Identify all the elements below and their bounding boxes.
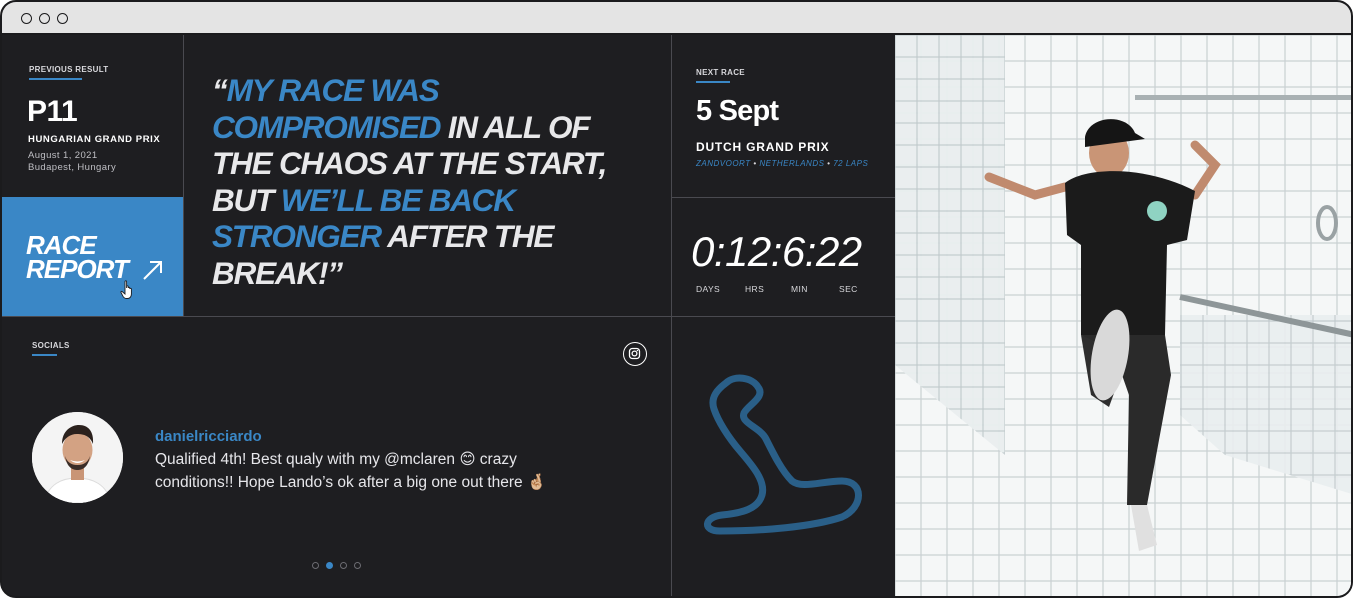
- quote-open-mark: “: [212, 72, 228, 108]
- window-close-dot[interactable]: [21, 13, 32, 24]
- carousel-dot[interactable]: [340, 562, 347, 569]
- finishing-position: P11: [27, 95, 78, 128]
- next-race-eyebrow: NEXT RACE: [696, 68, 745, 77]
- divider: [671, 197, 895, 198]
- carousel-dot[interactable]: [354, 562, 361, 569]
- countdown-label-seconds: SEC: [839, 284, 858, 294]
- eyebrow-underline: [696, 81, 730, 83]
- race-report-button[interactable]: RACE REPORT: [2, 197, 183, 316]
- previous-grand-prix: HUNGARIAN GRAND PRIX: [28, 134, 161, 145]
- countdown-label-minutes: MIN: [791, 284, 808, 294]
- countdown-timer: 0:12:6:22: [691, 228, 862, 275]
- post-author-handle[interactable]: danielricciardo: [155, 428, 262, 445]
- window-maximize-dot[interactable]: [57, 13, 68, 24]
- arrow-up-right-icon: [143, 261, 162, 280]
- instagram-icon[interactable]: [623, 342, 647, 366]
- next-race-date: 5 Sept: [696, 95, 779, 127]
- quote-highlight: MY RACE WAS COMPROMISED: [212, 72, 442, 145]
- countdown-label-days: DAYS: [696, 284, 721, 294]
- divider: [183, 35, 184, 316]
- track-map-icon: [704, 374, 862, 535]
- avatar[interactable]: [32, 412, 123, 503]
- carousel-dot-active[interactable]: [326, 562, 333, 569]
- window-minimize-dot[interactable]: [39, 13, 50, 24]
- separator: •: [753, 159, 757, 168]
- title-bar: [2, 2, 1351, 35]
- socials-eyebrow: SOCIALS: [32, 341, 70, 350]
- eyebrow-underline: [29, 78, 82, 80]
- post-text: Qualified 4th! Best qualy with my @mclar…: [155, 451, 547, 491]
- next-grand-prix: DUTCH GRAND PRIX: [696, 140, 830, 154]
- race-report-line2: REPORT: [26, 254, 129, 284]
- carousel-dot[interactable]: [312, 562, 319, 569]
- previous-race-date: August 1, 2021: [28, 150, 98, 161]
- countdown-label-hours: HRS: [745, 284, 765, 294]
- next-race-city: ZANDVOORT: [696, 159, 751, 168]
- separator: •: [827, 159, 831, 168]
- divider: [2, 316, 895, 317]
- previous-result-eyebrow: PREVIOUS RESULT: [29, 65, 109, 74]
- next-race-laps: 72 LAPS: [833, 159, 869, 168]
- next-race-country: NETHERLANDS: [759, 159, 825, 168]
- previous-race-location: Budapest, Hungary: [28, 162, 117, 173]
- browser-window: PREVIOUS RESULT P11 HUNGARIAN GRAND PRIX…: [0, 0, 1353, 598]
- next-race-details: ZANDVOORT • NETHERLANDS • 72 LAPS: [696, 159, 868, 168]
- driver-quote: “MY RACE WAS COMPROMISED IN ALL OF THE C…: [212, 72, 652, 291]
- hand-pointer-icon: [120, 280, 132, 299]
- driver-photo: [895, 35, 1351, 596]
- eyebrow-underline: [32, 354, 57, 356]
- race-report-label: RACE REPORT: [26, 232, 129, 284]
